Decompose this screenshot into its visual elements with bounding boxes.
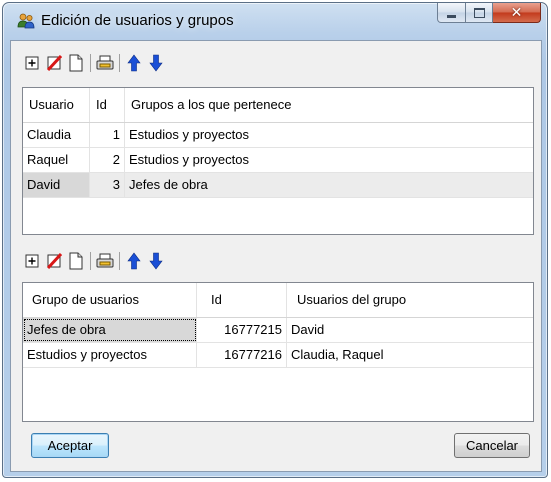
arrow-down-icon: [149, 54, 163, 72]
column-header-grupos[interactable]: Grupos a los que pertenece: [125, 88, 533, 122]
table-row[interactable]: Claudia 1 Estudios y proyectos: [23, 123, 533, 148]
cell-usuario[interactable]: David: [23, 173, 90, 197]
add-user-button[interactable]: [21, 52, 43, 74]
maximize-icon: [473, 7, 485, 18]
users-icon: [17, 13, 35, 29]
minimize-icon: [447, 14, 456, 18]
toolbar-separator: [90, 54, 91, 72]
print-groups-button[interactable]: [94, 250, 116, 272]
cell-id[interactable]: 16777215: [197, 318, 287, 342]
add-icon: [25, 254, 39, 268]
copy-user-button[interactable]: [65, 52, 87, 74]
table-row[interactable]: Raquel 2 Estudios y proyectos: [23, 148, 533, 173]
add-icon: [25, 56, 39, 70]
dialog-client-area: Usuario Id Grupos a los que pertenece Cl…: [10, 40, 542, 472]
move-up-button[interactable]: [123, 250, 145, 272]
table-row-selected[interactable]: David 3 Jefes de obra: [23, 173, 533, 198]
minimize-button[interactable]: [437, 3, 466, 23]
move-up-button[interactable]: [123, 52, 145, 74]
groups-toolbar: [21, 249, 167, 273]
column-header-usuarios[interactable]: Usuarios del grupo: [287, 283, 533, 317]
delete-icon: [46, 253, 62, 269]
title-bar[interactable]: Edición de usuarios y grupos ✕: [3, 3, 547, 39]
cell-id[interactable]: 3: [90, 173, 125, 197]
cell-id[interactable]: 2: [90, 148, 125, 172]
cell-id[interactable]: 16777216: [197, 343, 287, 367]
column-header-grupo[interactable]: Grupo de usuarios: [23, 283, 197, 317]
delete-user-button[interactable]: [43, 52, 65, 74]
cell-grupos[interactable]: Estudios y proyectos: [125, 123, 533, 147]
cell-usuarios[interactable]: David: [287, 318, 533, 342]
move-down-button[interactable]: [145, 52, 167, 74]
maximize-button[interactable]: [466, 3, 493, 23]
arrow-up-icon: [127, 252, 141, 270]
toolbar-separator: [119, 54, 120, 72]
close-button[interactable]: ✕: [493, 3, 541, 23]
cell-id[interactable]: 1: [90, 123, 125, 147]
close-icon: ✕: [510, 4, 523, 21]
users-toolbar: [21, 51, 167, 75]
cell-grupos[interactable]: Jefes de obra: [125, 173, 533, 197]
toolbar-separator: [119, 252, 120, 270]
arrow-down-icon: [149, 252, 163, 270]
table-row[interactable]: Estudios y proyectos 16777216 Claudia, R…: [23, 343, 533, 368]
column-header-id[interactable]: Id: [197, 283, 287, 317]
window-title: Edición de usuarios y grupos: [41, 12, 234, 29]
arrow-up-icon: [127, 54, 141, 72]
copy-icon: [69, 54, 83, 72]
column-header-usuario[interactable]: Usuario: [23, 88, 90, 122]
cell-usuarios[interactable]: Claudia, Raquel: [287, 343, 533, 367]
cell-grupo[interactable]: Jefes de obra: [23, 318, 197, 342]
cell-grupos[interactable]: Estudios y proyectos: [125, 148, 533, 172]
print-icon: [96, 253, 114, 268]
copy-icon: [69, 252, 83, 270]
add-group-button[interactable]: [21, 250, 43, 272]
toolbar-separator: [90, 252, 91, 270]
groups-grid-header: Grupo de usuarios Id Usuarios del grupo: [23, 283, 533, 318]
print-users-button[interactable]: [94, 52, 116, 74]
cell-grupo[interactable]: Estudios y proyectos: [23, 343, 197, 367]
delete-icon: [46, 55, 62, 71]
cancel-button[interactable]: Cancelar: [454, 433, 530, 458]
table-row-selected[interactable]: Jefes de obra 16777215 David: [23, 318, 533, 343]
cell-usuario[interactable]: Claudia: [23, 123, 90, 147]
users-grid-header: Usuario Id Grupos a los que pertenece: [23, 88, 533, 123]
print-icon: [96, 55, 114, 70]
delete-group-button[interactable]: [43, 250, 65, 272]
cell-usuario[interactable]: Raquel: [23, 148, 90, 172]
move-down-button[interactable]: [145, 250, 167, 272]
accept-button[interactable]: Aceptar: [31, 433, 109, 458]
column-header-id[interactable]: Id: [90, 88, 125, 122]
groups-grid[interactable]: Grupo de usuarios Id Usuarios del grupo …: [22, 282, 534, 422]
users-grid[interactable]: Usuario Id Grupos a los que pertenece Cl…: [22, 87, 534, 235]
copy-group-button[interactable]: [65, 250, 87, 272]
dialog-window: Edición de usuarios y grupos ✕ Usuario I…: [2, 2, 548, 478]
